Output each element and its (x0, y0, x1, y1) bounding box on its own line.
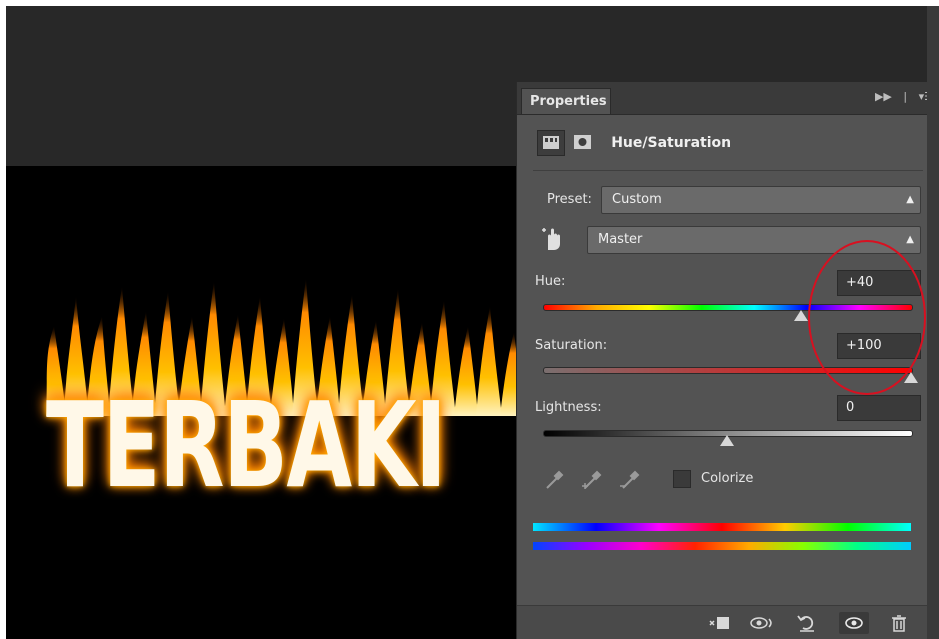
panel-footer-toolbar (517, 605, 939, 639)
layer-mask-icon (574, 135, 592, 149)
source-hue-bar (533, 523, 911, 531)
channel-value: Master (598, 232, 643, 247)
visibility-icon[interactable] (839, 612, 869, 634)
result-hue-bar (533, 542, 911, 550)
divider (533, 170, 923, 171)
targeted-adjustment-hand-icon[interactable] (539, 224, 569, 254)
eyedropper-icon[interactable] (541, 466, 567, 492)
panel-divider: | (903, 90, 908, 103)
saturation-label: Saturation: (535, 338, 608, 353)
dropdown-arrows-icon: ▲ (906, 194, 914, 205)
document-canvas[interactable]: TERBAKI (6, 166, 526, 639)
dropdown-arrows-icon: ▲ (906, 234, 914, 245)
hue-slider-thumb[interactable] (794, 310, 808, 321)
lightness-label: Lightness: (535, 400, 602, 415)
eyedropper-minus-icon[interactable] (617, 466, 643, 492)
trash-icon[interactable] (887, 612, 911, 634)
preset-label: Preset: (547, 192, 592, 207)
lightness-slider-thumb[interactable] (720, 435, 734, 446)
tab-properties[interactable]: Properties (521, 88, 611, 114)
mask-icon[interactable] (570, 130, 595, 156)
adjustment-title: Hue/Saturation (611, 135, 732, 151)
adjustment-layer-icon (543, 136, 559, 149)
reset-icon[interactable] (795, 612, 819, 634)
scrollbar-strip[interactable] (927, 6, 939, 639)
colorize-label: Colorize (701, 471, 754, 486)
eyedropper-plus-icon[interactable] (579, 466, 605, 492)
colorize-checkbox[interactable] (673, 470, 691, 488)
preset-value: Custom (612, 192, 662, 207)
clip-to-layer-icon[interactable] (707, 612, 731, 634)
photoshop-workspace: TERBAKI Properties ▶▶ | ▾☰ (6, 6, 939, 639)
view-previous-state-icon[interactable] (749, 612, 773, 634)
adjustment-header: Hue/Saturation (537, 130, 731, 158)
collapse-icon[interactable]: ▶▶ (875, 90, 892, 103)
hue-label: Hue: (535, 274, 566, 289)
lightness-value-input[interactable]: 0 (837, 395, 921, 421)
annotation-circle (808, 240, 926, 395)
adjustment-icon[interactable] (537, 130, 565, 156)
panel-tab-bar: Properties ▶▶ | ▾☰ (517, 82, 939, 115)
preset-dropdown[interactable]: Custom ▲ (601, 186, 921, 214)
fire-text-layer: TERBAKI (46, 376, 447, 514)
panel-controls: ▶▶ | ▾☰ (867, 90, 934, 103)
